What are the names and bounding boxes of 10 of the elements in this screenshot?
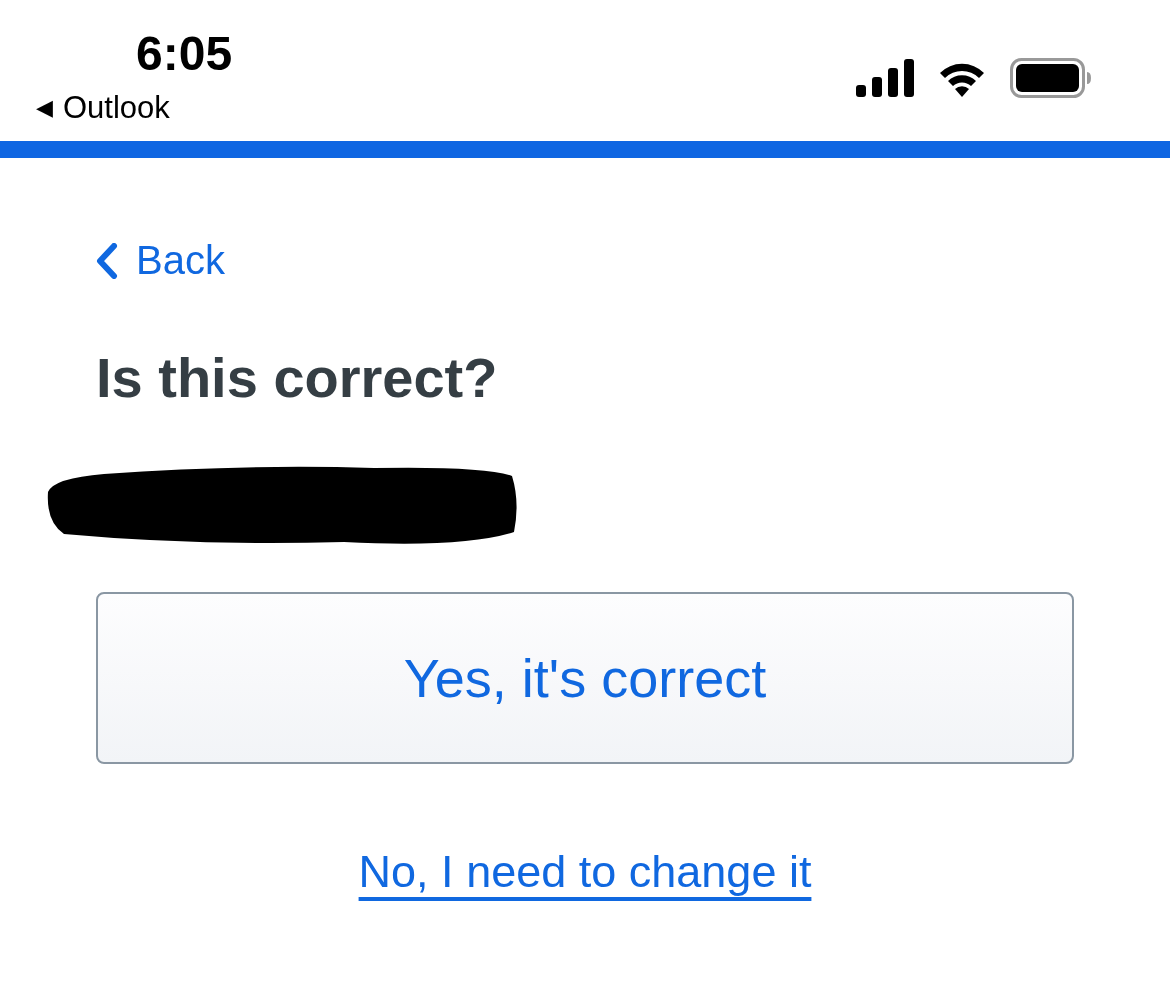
clock-time: 6:05 bbox=[136, 28, 233, 80]
back-arrow[interactable]: ◀ bbox=[36, 95, 53, 121]
confirm-button[interactable]: Yes, it's correct bbox=[96, 592, 1074, 764]
change-link[interactable]: No, I need to change it bbox=[358, 846, 812, 898]
chevron-left-icon bbox=[96, 242, 118, 279]
back-link[interactable]: Back bbox=[96, 238, 225, 283]
signal-icon bbox=[856, 59, 914, 97]
battery-icon bbox=[1010, 58, 1092, 98]
page-heading: Is this correct? bbox=[96, 345, 499, 410]
back-app-label[interactable]: Outlook bbox=[62, 90, 170, 126]
